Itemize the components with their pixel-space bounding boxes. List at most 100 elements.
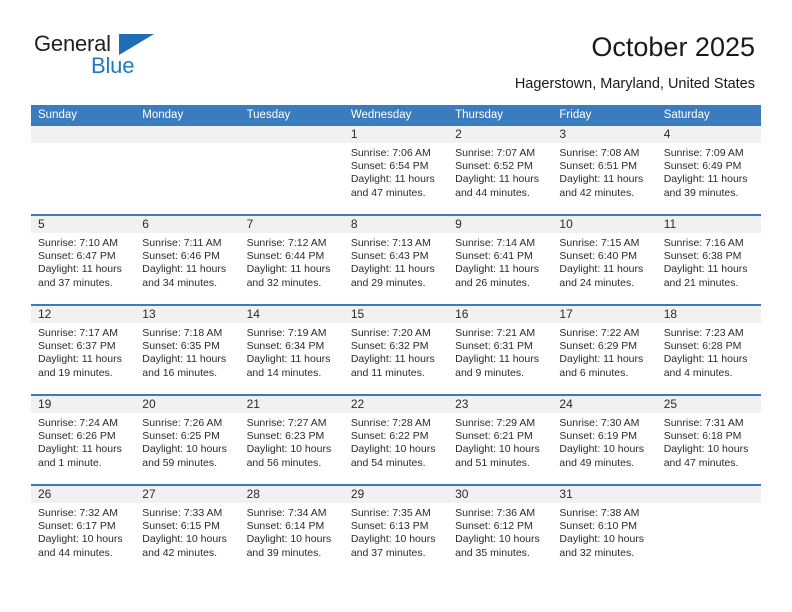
- sunset-text: Sunset: 6:22 PM: [350, 430, 429, 443]
- day-number: 9: [448, 216, 553, 233]
- calendar-day-cell[interactable]: 8 Sunrise: 7:13 AM Sunset: 6:43 PM Daylight…: [343, 214, 449, 305]
- day-cell-details: Sunrise: 7:28 AM Sunset: 6:22 PM Daylight:…: [344, 413, 448, 470]
- calendar-day-cell[interactable]: 27 Sunrise: 7:33 AM Sunset: 6:15 PM Dayligh…: [135, 484, 240, 574]
- calendar-day-cell[interactable]: 29 Sunrise: 7:35 AM Sunset: 6:13 PM Dayligh…: [343, 484, 449, 574]
- day-number: 25: [656, 396, 761, 413]
- calendar-day-cell[interactable]: 26 Sunrise: 7:32 AM Sunset: 6:17 PM Dayligh…: [31, 484, 136, 574]
- sunrise-text: Sunrise: 7:36 AM: [455, 507, 536, 519]
- calendar-day-cell[interactable]: 28 Sunrise: 7:34 AM Sunset: 6:14 PM Dayligh…: [239, 484, 344, 574]
- calendar-day-cell[interactable]: 14 Sunrise: 7:19 AM Sunset: 6:34 PM Dayligh…: [239, 304, 344, 395]
- calendar-day-cell[interactable]: 16 Sunrise: 7:21 AM Sunset: 6:31 PM Dayligh…: [448, 304, 553, 395]
- day-cell-inner: 16 Sunrise: 7:21 AM Sunset: 6:31 PM Dayligh…: [448, 306, 553, 394]
- calendar-day-cell[interactable]: 6 Sunrise: 7:11 AM Sunset: 6:46 PM Daylight…: [135, 214, 240, 305]
- calendar-page: General Blue October 2025 Hagerstown, Ma…: [0, 0, 792, 612]
- calendar-day-cell[interactable]: 4 Sunrise: 7:09 AM Sunset: 6:49 PM Daylight…: [656, 126, 761, 215]
- day-cell-details: Sunrise: 7:38 AM Sunset: 6:10 PM Daylight:…: [552, 503, 656, 560]
- calendar-day-cell[interactable]: 1 Sunrise: 7:06 AM Sunset: 6:54 PM Daylight…: [343, 126, 449, 215]
- calendar-day-cell[interactable]: 21 Sunrise: 7:27 AM Sunset: 6:23 PM Dayligh…: [239, 394, 344, 485]
- daylight-text: Daylight: 10 hours and 35 minutes.: [455, 533, 540, 559]
- calendar-day-cell[interactable]: 7 Sunrise: 7:12 AM Sunset: 6:44 PM Daylight…: [239, 214, 344, 305]
- day-cell-inner: 29 Sunrise: 7:35 AM Sunset: 6:13 PM Dayligh…: [343, 486, 449, 574]
- daylight-text: Daylight: 11 hours and 21 minutes.: [663, 263, 748, 289]
- day-cell-inner: 5 Sunrise: 7:10 AM Sunset: 6:47 PM Daylight…: [31, 216, 136, 304]
- day-number: 13: [135, 306, 240, 323]
- calendar-day-cell[interactable]: 15 Sunrise: 7:20 AM Sunset: 6:32 PM Dayligh…: [343, 304, 449, 395]
- day-cell-details: Sunrise: 7:23 AM Sunset: 6:28 PM Daylight:…: [657, 323, 761, 380]
- sunset-text: Sunset: 6:10 PM: [559, 520, 638, 533]
- day-cell-inner: 10 Sunrise: 7:15 AM Sunset: 6:40 PM Dayligh…: [552, 216, 657, 304]
- day-cell-details: Sunrise: 7:18 AM Sunset: 6:35 PM Daylight:…: [135, 323, 239, 380]
- calendar-day-cell[interactable]: 17 Sunrise: 7:22 AM Sunset: 6:29 PM Dayligh…: [552, 304, 657, 395]
- day-cell-details: Sunrise: 7:33 AM Sunset: 6:15 PM Daylight:…: [135, 503, 239, 560]
- calendar-day-cell[interactable]: 10 Sunrise: 7:15 AM Sunset: 6:40 PM Dayligh…: [552, 214, 657, 305]
- weekday-header-tuesday: Tuesday: [239, 105, 344, 126]
- day-cell-details: Sunrise: 7:16 AM Sunset: 6:38 PM Daylight:…: [657, 233, 761, 290]
- day-cell-inner: 15 Sunrise: 7:20 AM Sunset: 6:32 PM Dayligh…: [343, 306, 449, 394]
- daylight-text: Daylight: 11 hours and 47 minutes.: [350, 173, 435, 199]
- calendar-day-cell[interactable]: 24 Sunrise: 7:30 AM Sunset: 6:19 PM Dayligh…: [552, 394, 657, 485]
- day-cell-inner: 23 Sunrise: 7:29 AM Sunset: 6:21 PM Dayligh…: [448, 396, 553, 484]
- weekday-header-saturday: Saturday: [656, 105, 761, 126]
- calendar-day-cell[interactable]: 18 Sunrise: 7:23 AM Sunset: 6:28 PM Dayligh…: [656, 304, 761, 395]
- day-cell-inner: [656, 486, 761, 574]
- calendar-day-cell[interactable]: 9 Sunrise: 7:14 AM Sunset: 6:41 PM Daylight…: [448, 214, 553, 305]
- sunset-text: Sunset: 6:31 PM: [455, 340, 533, 353]
- daylight-text: Daylight: 11 hours and 24 minutes.: [559, 263, 644, 289]
- sunrise-text: Sunrise: 7:32 AM: [38, 507, 118, 519]
- day-cell-inner: 30 Sunrise: 7:36 AM Sunset: 6:12 PM Dayligh…: [448, 486, 553, 574]
- sunrise-text: Sunrise: 7:17 AM: [38, 327, 118, 339]
- day-number: 6: [135, 216, 240, 233]
- day-number: 30: [448, 486, 553, 503]
- day-cell-details: Sunrise: 7:29 AM Sunset: 6:21 PM Daylight:…: [448, 413, 552, 470]
- calendar-day-cell[interactable]: 20 Sunrise: 7:26 AM Sunset: 6:25 PM Dayligh…: [135, 394, 240, 485]
- day-cell-details: Sunrise: 7:21 AM Sunset: 6:31 PM Daylight:…: [448, 323, 552, 380]
- day-cell-details: Sunrise: 7:06 AM Sunset: 6:54 PM Daylight:…: [344, 143, 448, 200]
- calendar-day-cell[interactable]: 3 Sunrise: 7:08 AM Sunset: 6:51 PM Daylight…: [552, 126, 657, 215]
- sunrise-text: Sunrise: 7:20 AM: [350, 327, 431, 339]
- calendar-day-cell[interactable]: 19 Sunrise: 7:24 AM Sunset: 6:26 PM Dayligh…: [31, 394, 136, 485]
- day-cell-inner: 2 Sunrise: 7:07 AM Sunset: 6:52 PM Daylight…: [448, 126, 553, 214]
- day-cell-inner: 12 Sunrise: 7:17 AM Sunset: 6:37 PM Dayligh…: [31, 306, 136, 394]
- calendar-day-cell[interactable]: 25 Sunrise: 7:31 AM Sunset: 6:18 PM Dayligh…: [656, 394, 761, 485]
- day-cell-details: Sunrise: 7:19 AM Sunset: 6:34 PM Daylight:…: [240, 323, 344, 380]
- day-cell-inner: 11 Sunrise: 7:16 AM Sunset: 6:38 PM Dayligh…: [656, 216, 761, 304]
- day-cell-inner: 8 Sunrise: 7:13 AM Sunset: 6:43 PM Daylight…: [343, 216, 449, 304]
- calendar-day-cell[interactable]: 13 Sunrise: 7:18 AM Sunset: 6:35 PM Dayligh…: [135, 304, 240, 395]
- sunrise-text: Sunrise: 7:33 AM: [142, 507, 223, 519]
- calendar-day-cell-empty: [31, 126, 136, 215]
- logo-word-blue: Blue: [91, 53, 135, 78]
- sunset-text: Sunset: 6:26 PM: [38, 430, 116, 443]
- calendar-day-cell[interactable]: 22 Sunrise: 7:28 AM Sunset: 6:22 PM Dayligh…: [343, 394, 449, 485]
- sunset-text: Sunset: 6:37 PM: [38, 340, 116, 353]
- calendar-table: Sunday Monday Tuesday Wednesday Thursday Frid…: [31, 105, 761, 574]
- calendar-day-cell[interactable]: 12 Sunrise: 7:17 AM Sunset: 6:37 PM Dayligh…: [31, 304, 136, 395]
- day-number: 21: [239, 396, 344, 413]
- day-number: 10: [552, 216, 657, 233]
- sunrise-text: Sunrise: 7:12 AM: [246, 237, 327, 249]
- day-number: 12: [31, 306, 136, 323]
- calendar-day-cell[interactable]: 11 Sunrise: 7:16 AM Sunset: 6:38 PM Dayligh…: [656, 214, 761, 305]
- sunrise-text: Sunrise: 7:34 AM: [246, 507, 327, 519]
- daylight-text: Daylight: 11 hours and 6 minutes.: [559, 353, 644, 379]
- calendar-week-row: 19 Sunrise: 7:24 AM Sunset: 6:26 PM Dayligh…: [31, 394, 761, 485]
- sunset-text: Sunset: 6:18 PM: [663, 430, 742, 443]
- sunset-text: Sunset: 6:41 PM: [455, 250, 533, 263]
- day-number: 22: [343, 396, 449, 413]
- sunset-text: Sunset: 6:19 PM: [559, 430, 638, 443]
- sunset-text: Sunset: 6:38 PM: [663, 250, 742, 263]
- sunset-text: Sunset: 6:54 PM: [350, 160, 429, 173]
- daylight-text: Daylight: 10 hours and 44 minutes.: [38, 533, 123, 559]
- day-cell-inner: 9 Sunrise: 7:14 AM Sunset: 6:41 PM Daylight…: [448, 216, 553, 304]
- day-number: 29: [343, 486, 449, 503]
- calendar-day-cell[interactable]: 5 Sunrise: 7:10 AM Sunset: 6:47 PM Daylight…: [31, 214, 136, 305]
- day-number: [135, 126, 240, 143]
- calendar-day-cell[interactable]: 23 Sunrise: 7:29 AM Sunset: 6:21 PM Dayligh…: [448, 394, 553, 485]
- sunrise-text: Sunrise: 7:19 AM: [246, 327, 327, 339]
- sunrise-text: Sunrise: 7:26 AM: [142, 417, 223, 429]
- calendar-day-cell[interactable]: 31 Sunrise: 7:38 AM Sunset: 6:10 PM Dayligh…: [552, 484, 657, 574]
- sunset-text: Sunset: 6:32 PM: [350, 340, 429, 353]
- daylight-text: Daylight: 11 hours and 29 minutes.: [350, 263, 435, 289]
- calendar-day-cell[interactable]: 30 Sunrise: 7:36 AM Sunset: 6:12 PM Dayligh…: [448, 484, 553, 574]
- calendar-day-cell[interactable]: 2 Sunrise: 7:07 AM Sunset: 6:52 PM Daylight…: [448, 126, 553, 215]
- sunrise-text: Sunrise: 7:09 AM: [663, 147, 744, 159]
